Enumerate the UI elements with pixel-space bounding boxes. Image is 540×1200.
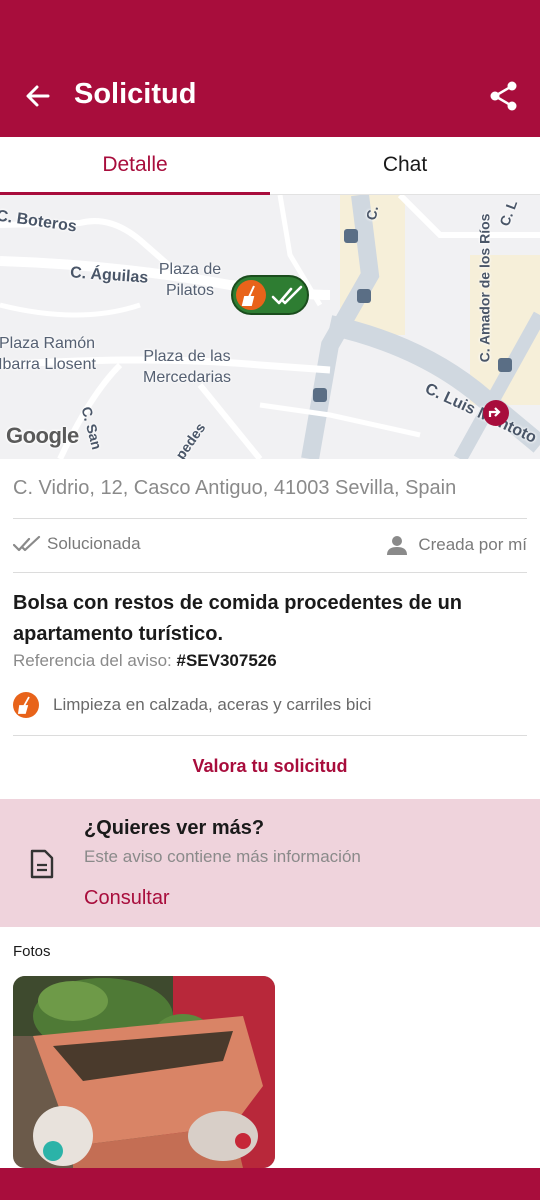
rate-request-button[interactable]: Valora tu solicitud <box>0 756 540 777</box>
more-info-title: ¿Quieres ver más? <box>84 817 265 839</box>
reference-label: Referencia del aviso: <box>13 651 172 670</box>
broom-icon <box>236 280 266 310</box>
document-icon <box>30 849 54 879</box>
category-row: Limpieza en calzada, aceras y carriles b… <box>13 692 371 718</box>
divider <box>13 735 527 736</box>
photo-image <box>13 976 275 1168</box>
reference-row: Referencia del aviso: #SEV307526 <box>13 651 277 671</box>
street-label: C. <box>362 204 382 222</box>
broom-icon <box>13 692 39 718</box>
double-check-icon <box>13 535 41 552</box>
page-title: Solicitud <box>74 78 197 110</box>
photos-label: Fotos <box>13 943 51 960</box>
place-label: Plaza de Pilatos <box>158 261 222 299</box>
tab-chat[interactable]: Chat <box>270 137 540 194</box>
category-text: Limpieza en calzada, aceras y carriles b… <box>53 695 372 714</box>
consult-button[interactable]: Consultar <box>84 887 170 910</box>
back-arrow-icon[interactable] <box>18 76 58 116</box>
request-marker[interactable] <box>231 275 309 315</box>
share-icon[interactable] <box>484 76 524 116</box>
double-check-icon <box>271 285 303 305</box>
app-bar: Solicitud <box>0 0 540 137</box>
person-icon <box>387 536 408 555</box>
creator-text: Creada por mí <box>418 535 527 554</box>
more-info-subtitle: Este aviso contiene más información <box>84 847 361 866</box>
google-logo: Google <box>6 423 79 448</box>
divider <box>13 572 527 573</box>
directions-icon <box>483 400 509 426</box>
place-label: Plaza Ramón Ibarra Llosent <box>0 335 96 373</box>
tab-bar: Detalle Chat <box>0 137 540 195</box>
status-text: Solucionada <box>47 534 141 553</box>
more-info-panel: ¿Quieres ver más? Este aviso contiene má… <box>0 799 540 927</box>
request-photo[interactable] <box>13 976 275 1168</box>
tab-detalle[interactable]: Detalle <box>0 137 270 195</box>
address-text: C. Vidrio, 12, Casco Antiguo, 41003 Sevi… <box>13 477 457 499</box>
divider <box>13 518 527 519</box>
reference-value: #SEV307526 <box>176 651 277 670</box>
bottom-bar <box>0 1168 540 1200</box>
map-view[interactable]: C. Boteros C. Águilas C. Amador de los R… <box>0 195 540 459</box>
place-label: Plaza de las Mercedarias <box>142 348 232 386</box>
status-row: Solucionada Creada por mí <box>13 534 527 560</box>
street-label: C. Amador de los Ríos <box>476 213 493 363</box>
request-description: Bolsa con restos de comida procedentes d… <box>13 592 463 645</box>
